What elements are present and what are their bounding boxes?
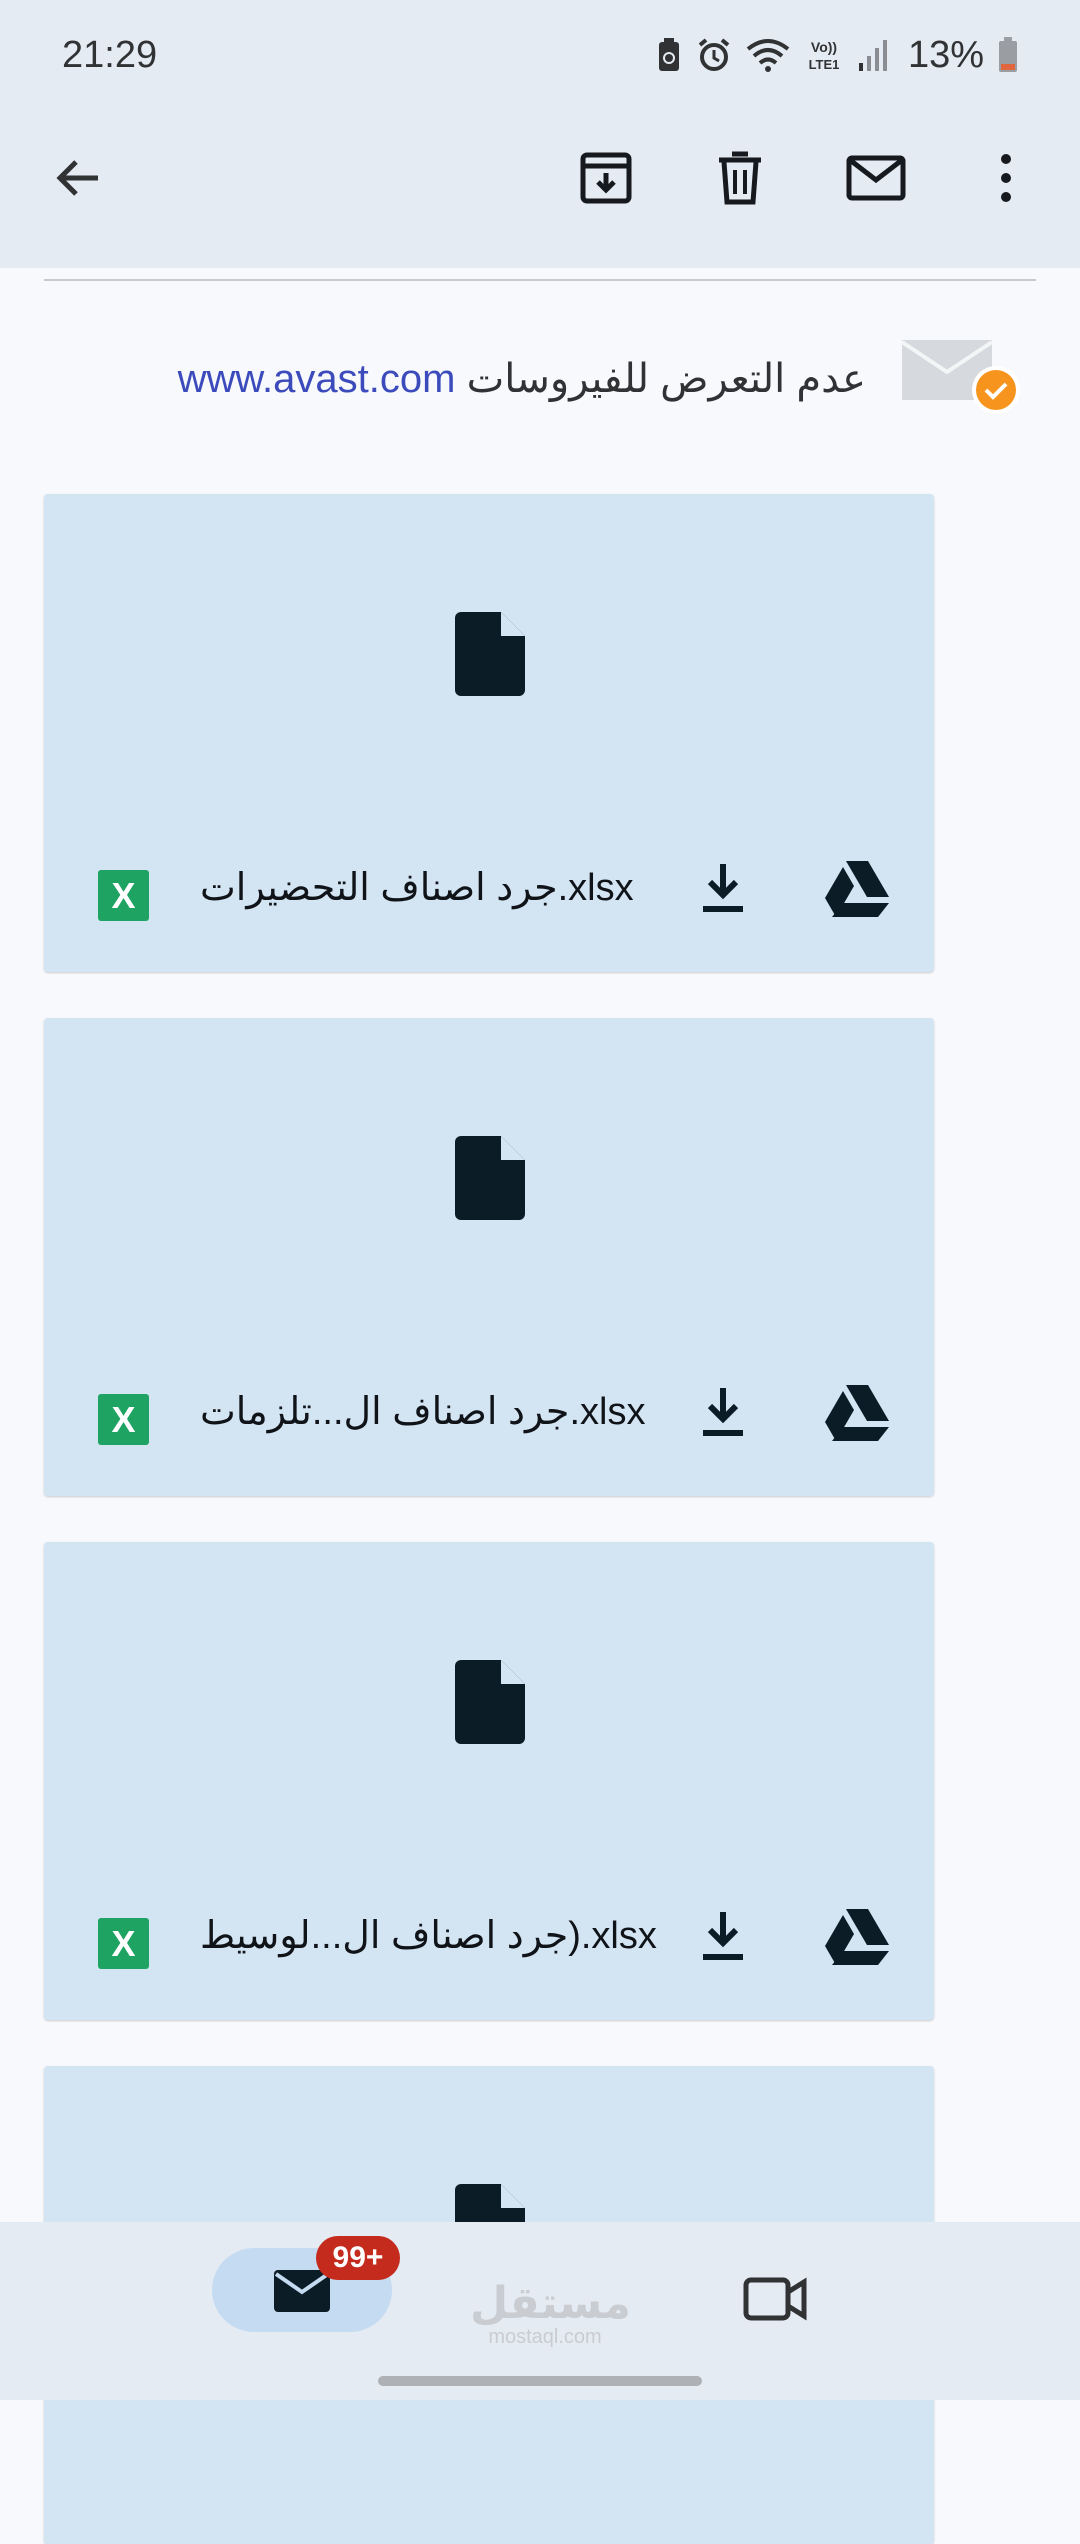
unread-count-badge: 99+ xyxy=(316,2236,400,2280)
arrow-left-icon xyxy=(56,160,98,196)
bottom-navigation: 99+ مستقل mostaql.com xyxy=(0,2222,1080,2400)
message-toolbar xyxy=(0,118,1080,268)
download-icon[interactable] xyxy=(698,860,748,916)
attachment-card[interactable]: X جرد اصناف ال...تلزمات.xlsx xyxy=(44,1018,934,1496)
avast-signature: www.avast.com عدم التعرض للفيروسات xyxy=(44,326,1036,436)
save-to-drive-icon[interactable] xyxy=(823,1383,891,1441)
volte-icon: Vo)) LTE1 xyxy=(809,39,840,72)
avast-link[interactable]: www.avast.com xyxy=(178,357,456,401)
battery-saver-icon xyxy=(658,38,679,71)
save-to-drive-icon[interactable] xyxy=(823,1907,891,1965)
excel-icon: X xyxy=(98,870,149,921)
watermark-url: mostaql.com xyxy=(488,2326,602,2348)
nav-meet-tab[interactable] xyxy=(740,2262,812,2334)
wifi-icon xyxy=(746,39,790,72)
excel-icon: X xyxy=(98,1394,149,1445)
file-icon xyxy=(455,1136,525,1220)
battery-percent: 13% xyxy=(907,33,984,76)
mostaql-watermark: مستقل mostaql.com xyxy=(470,2279,631,2349)
avast-mail-icon xyxy=(900,340,1020,414)
attachment-card[interactable]: X جرد اصناف ال...لوسيط).xlsx xyxy=(44,1542,934,2020)
excel-icon: X xyxy=(98,1918,149,1969)
alarm-icon xyxy=(698,38,730,71)
file-icon xyxy=(455,612,525,696)
more-vert-icon xyxy=(1001,154,1011,202)
download-icon[interactable] xyxy=(698,1908,748,1964)
delete-button[interactable] xyxy=(700,138,780,218)
more-options-button[interactable] xyxy=(966,138,1046,218)
divider xyxy=(44,279,1036,281)
archive-button[interactable] xyxy=(566,138,646,218)
status-icons: Vo)) LTE1 13% xyxy=(656,32,1018,78)
svg-text:LTE1: LTE1 xyxy=(809,57,840,72)
status-time: 21:29 xyxy=(62,34,158,76)
attachment-name: جرد اصناف ال...لوسيط).xlsx xyxy=(200,1915,657,1957)
attachment-name: جرد اصناف ال...تلزمات.xlsx xyxy=(200,1391,646,1433)
battery-icon xyxy=(999,37,1017,72)
back-button[interactable] xyxy=(38,138,118,218)
video-camera-icon xyxy=(743,2277,807,2321)
mark-unread-icon xyxy=(846,155,906,201)
mark-unread-button[interactable] xyxy=(836,138,916,218)
signal-icon xyxy=(858,40,887,71)
attachment-name: جرد اصناف التحضيرات.xlsx xyxy=(200,867,634,909)
save-to-drive-icon[interactable] xyxy=(823,859,891,917)
download-icon[interactable] xyxy=(698,1384,748,1440)
watermark-arabic: مستقل xyxy=(470,2279,631,2328)
file-icon xyxy=(455,1660,525,1744)
svg-text:Vo)): Vo)) xyxy=(811,39,837,55)
home-indicator[interactable] xyxy=(378,2376,702,2386)
signature-text: www.avast.com عدم التعرض للفيروسات xyxy=(178,356,866,402)
attachment-card[interactable]: X جرد اصناف التحضيرات.xlsx xyxy=(44,494,934,972)
delete-icon xyxy=(719,151,761,205)
status-bar: 21:29 Vo)) LTE1 13% xyxy=(0,0,1080,118)
signature-label: عدم التعرض للفيروسات xyxy=(466,357,866,401)
archive-icon xyxy=(580,152,632,204)
